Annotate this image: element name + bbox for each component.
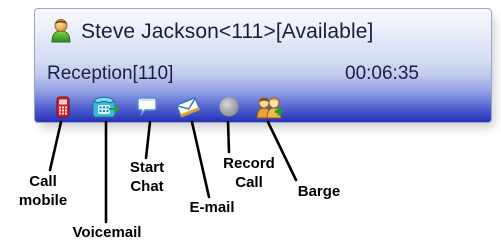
title-row: Steve Jackson<111>[Available]	[49, 18, 373, 46]
screenshot-stage: Steve Jackson<111>[Available] Reception[…	[0, 0, 501, 241]
mobile-phone-icon	[56, 96, 70, 118]
callout-label-voicemail: Voicemail	[72, 224, 142, 241]
call-mobile-button[interactable]	[51, 95, 75, 119]
callout-label-email: E-mail	[189, 199, 235, 216]
callout-label-call-mobile: Call mobile	[18, 173, 68, 209]
voicemail-phone-icon	[91, 95, 119, 119]
chat-bubble-icon	[136, 97, 158, 117]
agent-status-title: Steve Jackson<111>[Available]	[81, 20, 374, 43]
barge-button[interactable]	[256, 95, 284, 119]
callout-label-barge: Barge	[297, 183, 341, 200]
email-envelope-icon	[176, 96, 200, 118]
voicemail-button[interactable]	[91, 95, 119, 119]
barge-users-icon	[256, 95, 284, 119]
start-chat-button[interactable]	[135, 95, 159, 119]
call-info-row: Reception[110] 00:06:35	[47, 63, 477, 89]
queue-label: Reception[110]	[47, 63, 174, 84]
user-avatar-icon	[49, 17, 73, 48]
callout-label-record-call: Record Call	[223, 155, 275, 191]
record-call-button[interactable]	[217, 95, 241, 119]
email-button[interactable]	[176, 95, 200, 119]
call-timer: 00:06:35	[345, 63, 419, 84]
call-panel: Steve Jackson<111>[Available] Reception[…	[34, 8, 492, 123]
record-circle-icon	[218, 96, 240, 118]
callout-label-start-chat: Start Chat	[129, 159, 165, 195]
